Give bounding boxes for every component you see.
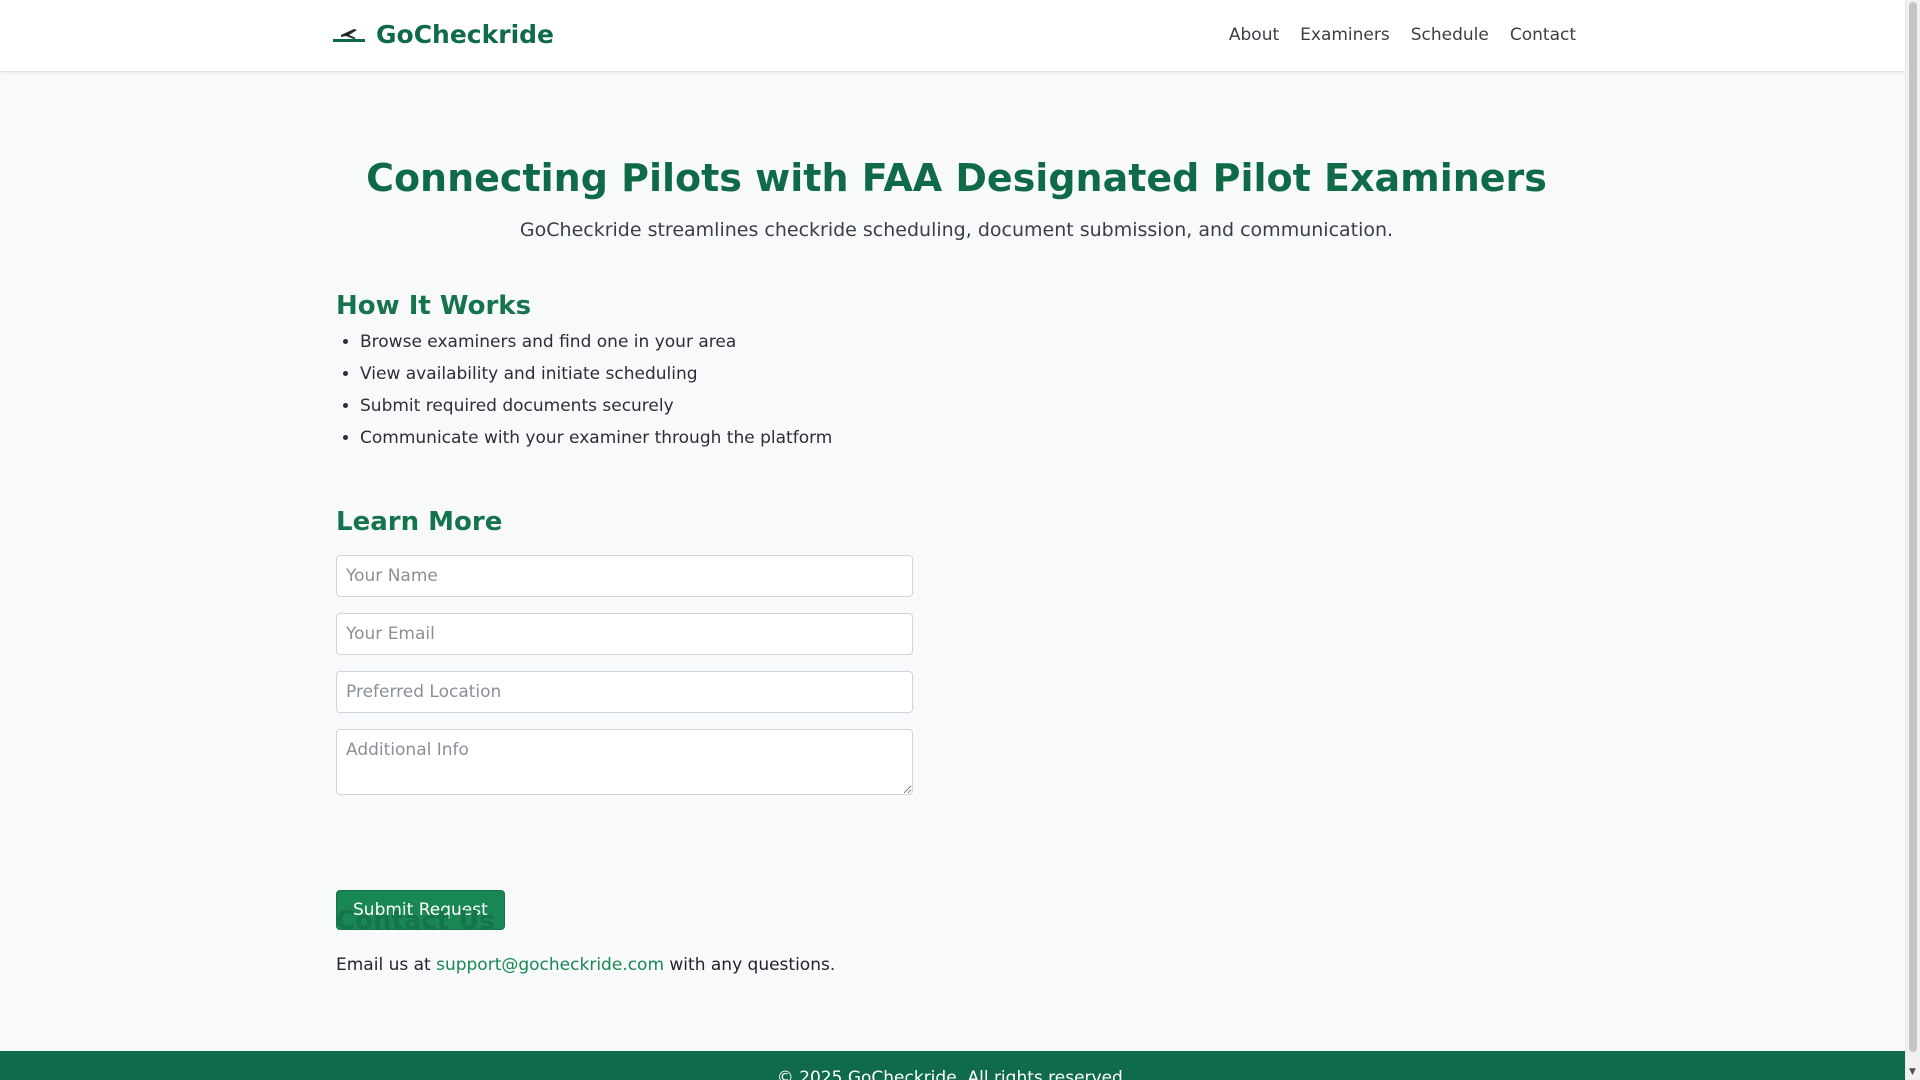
nav-examiners[interactable]: Examiners [1300, 23, 1390, 47]
scrollbar-thumb[interactable] [1909, 2, 1917, 1052]
name-input[interactable] [336, 555, 913, 597]
scroll-down-arrow-icon[interactable]: ▼ [1909, 1067, 1916, 1077]
hero-subtitle: GoCheckride streamlines checkride schedu… [519, 219, 1394, 241]
learn-more-title: Learn More [336, 507, 503, 537]
support-email-link[interactable]: support@gocheckride.com [436, 955, 664, 975]
how-it-works-list: Browse examiners and find one in your ar… [336, 330, 832, 458]
email-input[interactable] [336, 613, 913, 655]
contact-suffix: with any questions. [664, 955, 836, 975]
brand-name: GoCheckride [376, 20, 554, 49]
main-nav: About Examiners Schedule Contact [1208, 23, 1576, 47]
vertical-scrollbar[interactable]: ▼ [1905, 0, 1920, 1080]
contact-text: Email us at support@gocheckride.com with… [336, 953, 835, 977]
contact-us-title: Contact Us [336, 906, 495, 936]
location-input[interactable] [336, 671, 913, 713]
hero-title: Connecting Pilots with FAA Designated Pi… [366, 156, 1547, 200]
footer: © 2025 GoCheckride. All rights reserved. [0, 1051, 1905, 1080]
plane-logo-icon [333, 29, 365, 42]
brand-link[interactable]: GoCheckride [332, 20, 554, 50]
list-item: Browse examiners and find one in your ar… [360, 330, 832, 362]
how-it-works-title: How It Works [336, 291, 532, 321]
nav-contact[interactable]: Contact [1510, 23, 1576, 47]
additional-info-textarea[interactable] [336, 729, 913, 795]
list-item: View availability and initiate schedulin… [360, 362, 832, 394]
page: GoCheckride About Examiners Schedule Con… [0, 0, 1905, 1080]
footer-copyright: © 2025 GoCheckride. All rights reserved. [776, 1068, 1129, 1080]
list-item: Submit required documents securely [360, 394, 832, 426]
list-item: Communicate with your examiner through t… [360, 426, 832, 458]
navbar: GoCheckride About Examiners Schedule Con… [0, 0, 1905, 72]
nav-about[interactable]: About [1229, 23, 1279, 47]
contact-prefix: Email us at [336, 955, 437, 975]
nav-schedule[interactable]: Schedule [1411, 23, 1489, 47]
